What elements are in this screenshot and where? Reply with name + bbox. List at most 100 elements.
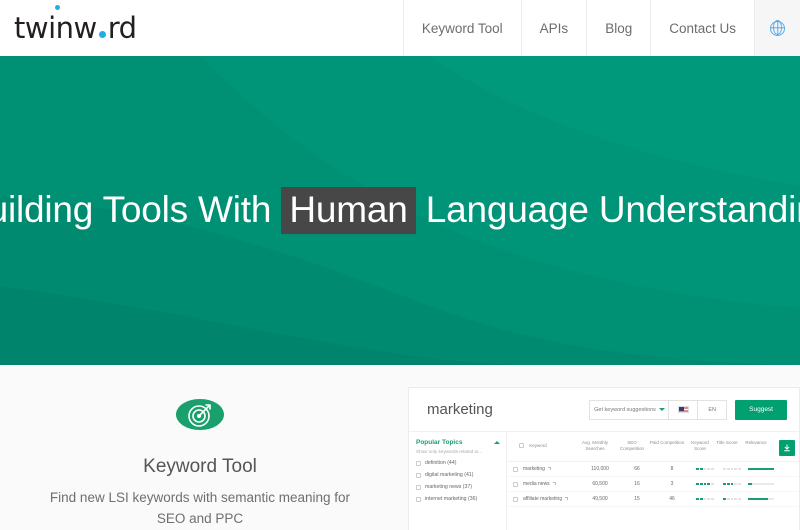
column-header-keyword-label: Keyword (529, 443, 547, 448)
list-item[interactable]: marketing news (37) (416, 484, 500, 490)
cell-relevance (744, 482, 778, 486)
checkbox-icon[interactable] (416, 496, 421, 502)
table-header-row: Keyword Avg. Monthly Searches SEO Compet… (507, 436, 799, 462)
download-icon (784, 444, 790, 452)
feature-description: Find new LSI keywords with semantic mean… (49, 490, 351, 527)
cell-keyword-score (690, 482, 720, 486)
app-body: Popular Topics Show only keywords relate… (409, 432, 799, 530)
list-item[interactable]: digital marketing (41) (416, 472, 500, 478)
cell-paid-competition: 8 (670, 466, 674, 472)
table-row[interactable]: affiliate marketing 49,500 15 46 (507, 492, 799, 507)
cell-title-score (720, 467, 744, 471)
target-icon-glyph (188, 403, 211, 427)
cell-seo-competition: 16 (634, 481, 640, 487)
app-search-query[interactable]: marketing (427, 401, 590, 418)
keyword-score-dots (690, 482, 720, 486)
checkbox-icon[interactable] (416, 460, 421, 466)
external-link-icon[interactable] (565, 496, 569, 500)
title-score-dots (720, 482, 744, 486)
logo-middle-dot-icon (98, 30, 106, 38)
target-icon (176, 399, 224, 431)
cell-keyword[interactable]: media news (513, 481, 580, 487)
suggestion-type-label: Get keyword suggestions (594, 406, 656, 413)
nav-item-contact-us[interactable]: Contact Us (650, 0, 754, 56)
popular-topics-header[interactable]: Popular Topics (416, 439, 500, 446)
topic-label: marketing news (37) (425, 484, 472, 490)
popular-topics-title: Popular Topics (416, 439, 463, 446)
column-header-seo-competition[interactable]: SEO Competition (615, 440, 649, 452)
external-link-icon[interactable] (547, 466, 551, 470)
cell-title-score (720, 497, 744, 501)
topic-label: definition (44) (425, 460, 457, 466)
column-header-keyword-score[interactable]: Keyword Score (685, 440, 715, 452)
logo-i-dot (55, 4, 60, 10)
hero-banner: Building Tools With Human Language Under… (0, 56, 800, 365)
keyword-score-dots (690, 497, 720, 501)
keyword-text: affiliate marketing (523, 496, 563, 502)
topic-label: internet marketing (36) (425, 496, 478, 502)
site-logo[interactable]: twinw rd (14, 4, 137, 45)
checkbox-icon[interactable] (416, 472, 421, 478)
relevance-bar (748, 497, 774, 501)
keyword-tool-app-preview: marketing Get keyword suggestions EN Sug… (408, 387, 800, 530)
popular-topics-subtitle: Show only keywords related to... (416, 449, 483, 454)
topic-label: digital marketing (41) (425, 472, 474, 478)
list-item[interactable]: definition (44) (416, 460, 500, 466)
cell-avg-searches: 60,500 (592, 481, 608, 487)
suggest-button[interactable]: Suggest (735, 399, 787, 420)
select-all-checkbox[interactable] (519, 443, 524, 449)
table-row[interactable]: marketing 110,000 66 8 (507, 462, 799, 477)
cell-avg-searches: 49,500 (592, 496, 608, 502)
chevron-up-icon[interactable] (494, 441, 500, 444)
cell-title-score (720, 482, 744, 486)
globe-icon (770, 20, 785, 36)
nav-item-apis[interactable]: APIs (520, 0, 587, 56)
logo-text-first: twinw (14, 10, 97, 45)
main-navigation: Keyword Tool APIs Blog Contact Us (402, 0, 800, 56)
cell-seo-competition: 15 (634, 496, 640, 502)
row-checkbox[interactable] (513, 496, 518, 502)
cell-keyword[interactable]: marketing (513, 466, 580, 472)
cell-relevance (744, 497, 778, 501)
cell-avg-searches: 110,000 (591, 466, 609, 472)
column-header-relevance[interactable]: Relevance (739, 440, 773, 446)
site-header: twinw rd Keyword Tool APIs Blog Contact … (0, 0, 800, 56)
cell-paid-competition: 3 (670, 481, 674, 487)
relevance-bar (748, 467, 774, 471)
nav-item-keyword-tool[interactable]: Keyword Tool (402, 0, 521, 56)
row-checkbox[interactable] (513, 466, 518, 472)
logo-text-second: rd (107, 10, 137, 45)
cell-keyword[interactable]: affiliate marketing (513, 496, 580, 502)
hero-title-after: Language Understanding (425, 189, 800, 231)
column-header-title-score[interactable]: Title Score (715, 440, 739, 446)
nav-item-blog[interactable]: Blog (586, 0, 650, 56)
download-button[interactable] (779, 440, 795, 456)
table-row[interactable]: media news 60,500 16 3 (507, 477, 799, 492)
checkbox-icon[interactable] (416, 484, 421, 490)
title-score-dots (720, 497, 744, 501)
keywords-table: Keyword Avg. Monthly Searches SEO Compet… (507, 432, 799, 530)
external-link-icon[interactable] (552, 481, 556, 485)
chevron-down-icon (658, 408, 665, 411)
keyword-score-dots (690, 467, 720, 471)
language-selector-button[interactable] (754, 0, 800, 56)
hero-title-highlight: Human (281, 187, 416, 235)
cell-paid-competition: 46 (669, 496, 675, 502)
title-score-dots (720, 467, 744, 471)
suggestion-type-select[interactable]: Get keyword suggestions (589, 399, 670, 420)
country-selector[interactable] (668, 399, 699, 420)
column-header-paid-competition[interactable]: Paid Competition (649, 440, 685, 446)
language-code-selector[interactable]: EN (697, 399, 728, 420)
column-header-keyword[interactable]: Keyword (513, 440, 575, 449)
popular-topics-list: definition (44) digital marketing (41) m… (416, 460, 500, 502)
relevance-bar (748, 482, 774, 486)
cell-keyword-score (690, 467, 720, 471)
hero-title: Building Tools With Human Language Under… (0, 187, 800, 235)
cell-keyword-score (690, 497, 720, 501)
app-toolbar-controls: Get keyword suggestions EN Suggest (589, 399, 787, 420)
column-header-avg-searches[interactable]: Avg. Monthly Searches (575, 440, 615, 452)
us-flag-icon (677, 406, 689, 413)
list-item[interactable]: internet marketing (36) (416, 496, 500, 502)
popular-topics-panel: Popular Topics Show only keywords relate… (409, 432, 507, 530)
row-checkbox[interactable] (513, 481, 518, 487)
